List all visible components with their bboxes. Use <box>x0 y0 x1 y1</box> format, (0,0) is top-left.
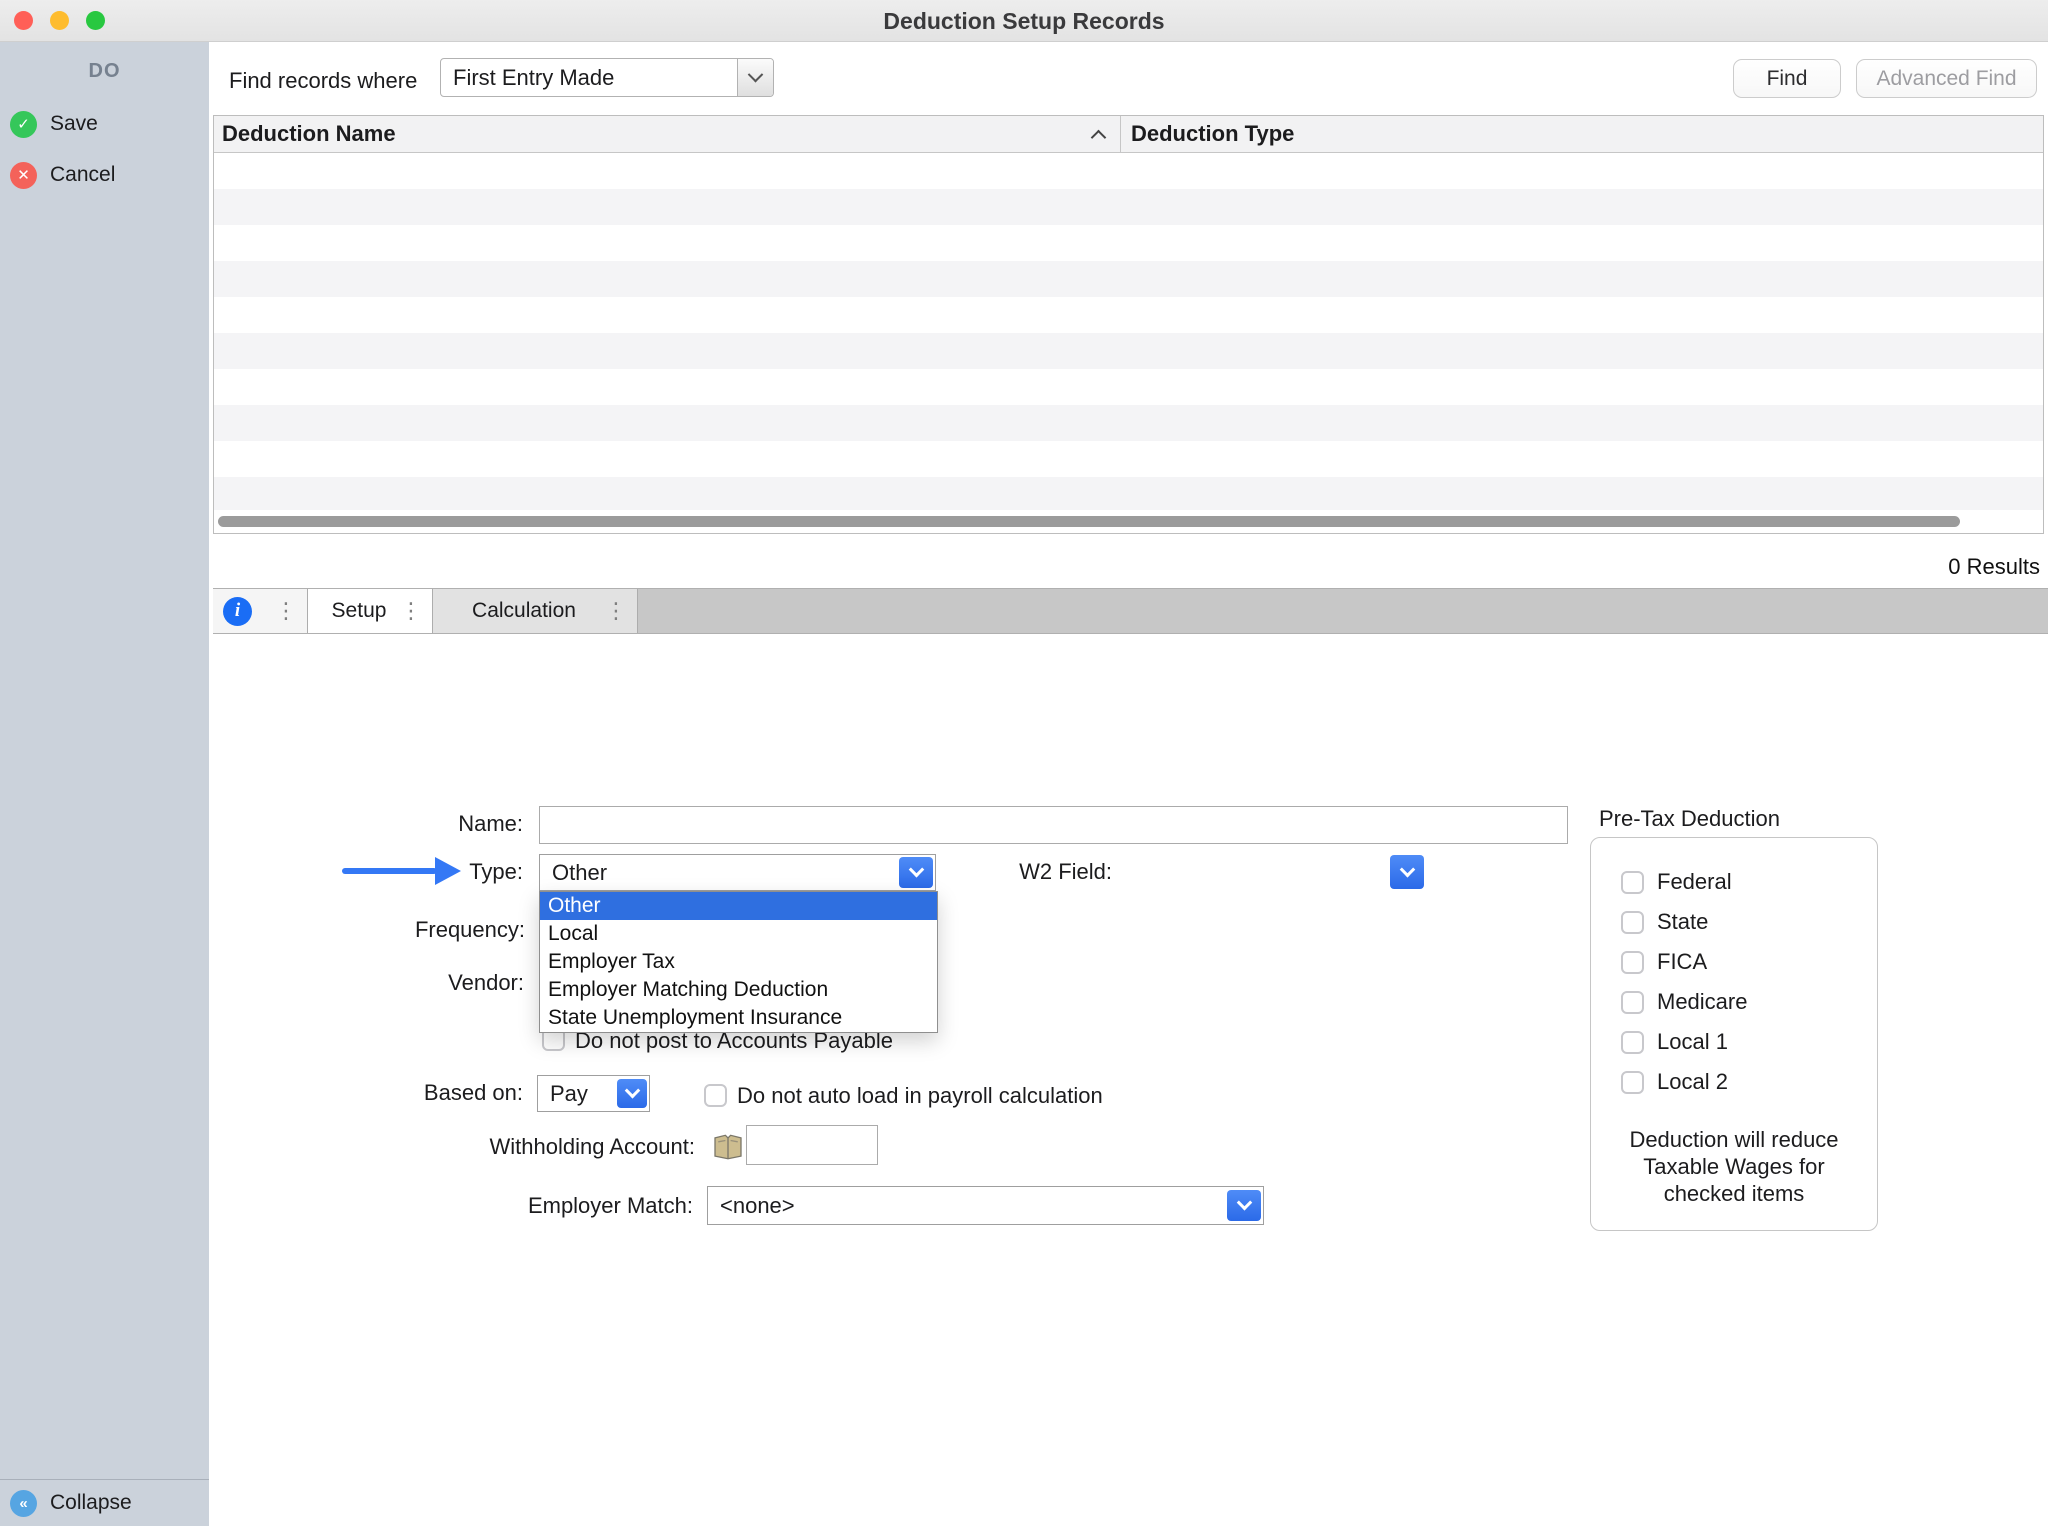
pointer-arrow <box>342 868 437 874</box>
pretax-label-medicare: Medicare <box>1657 989 1747 1015</box>
pretax-checkbox-local1[interactable] <box>1621 1031 1644 1054</box>
dropdown-option-employer-tax[interactable]: Employer Tax <box>540 948 937 976</box>
deduction-type-column-header[interactable]: Deduction Type <box>1121 121 2043 147</box>
auto-load-checkbox[interactable] <box>704 1084 727 1107</box>
employer-match-select[interactable]: <none> <box>707 1186 1264 1225</box>
titlebar: Deduction Setup Records <box>0 0 2048 42</box>
results-table: Deduction Name Deduction Type <box>213 115 2044 534</box>
based-on-dropdown-button[interactable] <box>617 1079 647 1108</box>
based-on-label: Based on: <box>424 1080 523 1106</box>
save-button-label: Save <box>50 112 98 136</box>
pretax-panel-title: Pre-Tax Deduction <box>1599 806 1780 832</box>
w2-field-select[interactable] <box>1390 855 1424 889</box>
find-button[interactable]: Find <box>1733 59 1841 98</box>
based-on-select-value: Pay <box>538 1081 617 1107</box>
pretax-label-local1: Local 1 <box>1657 1029 1728 1055</box>
advanced-find-button[interactable]: Advanced Find <box>1856 59 2037 98</box>
tab-tools-segment: i ⋮ <box>213 589 308 633</box>
find-field-select[interactable]: First Entry Made <box>440 58 774 97</box>
w2-field-label: W2 Field: <box>1019 859 1112 885</box>
drag-handle-icon: ⋮ <box>400 600 422 622</box>
vendor-label: Vendor: <box>448 970 524 996</box>
pretax-note: Deduction will reduce Taxable Wages for … <box>1605 1126 1863 1207</box>
chevron-down-icon <box>748 67 764 83</box>
name-label: Name: <box>458 811 523 837</box>
tab-setup-label: Setup <box>318 599 400 623</box>
chevron-down-icon <box>1399 861 1415 877</box>
collapse-button[interactable]: « Collapse <box>0 1479 209 1526</box>
based-on-select[interactable]: Pay <box>537 1075 650 1112</box>
pretax-checkbox-local2[interactable] <box>1621 1071 1644 1094</box>
chevron-down-icon <box>624 1083 640 1099</box>
pretax-checkbox-state[interactable] <box>1621 911 1644 934</box>
cancel-button-label: Cancel <box>50 163 115 187</box>
dropdown-option-employer-matching[interactable]: Employer Matching Deduction <box>540 976 937 1004</box>
type-select-value: Other <box>540 860 899 886</box>
pretax-label-local2: Local 2 <box>1657 1069 1728 1095</box>
pointer-arrow-head <box>435 857 461 885</box>
employer-match-dropdown-button[interactable] <box>1227 1190 1261 1221</box>
drag-handle-icon: ⋮ <box>605 600 627 622</box>
type-label: Type: <box>469 859 523 885</box>
info-icon[interactable]: i <box>223 597 252 626</box>
pretax-label-federal: Federal <box>1657 869 1732 895</box>
tab-calculation[interactable]: Calculation ⋮ <box>433 589 638 633</box>
find-records-label: Find records where <box>229 68 417 94</box>
type-dropdown-list: Other Local Employer Tax Employer Matchi… <box>539 891 938 1033</box>
table-header: Deduction Name Deduction Type <box>214 116 2043 153</box>
tab-setup[interactable]: Setup ⋮ <box>308 589 433 633</box>
tab-calculation-label: Calculation <box>443 599 605 623</box>
type-select[interactable]: Other <box>539 854 936 891</box>
pretax-checkbox-fica[interactable] <box>1621 951 1644 974</box>
withholding-account-label: Withholding Account: <box>490 1134 695 1160</box>
pretax-row-federal: Federal <box>1621 862 1863 902</box>
chevron-down-icon <box>1236 1195 1252 1211</box>
check-circle-icon: ✓ <box>10 111 37 138</box>
main-area: Find records where First Entry Made Find… <box>209 42 2048 1526</box>
x-circle-icon: ✕ <box>10 162 37 189</box>
withholding-account-input[interactable] <box>746 1125 878 1165</box>
ledger-icon[interactable] <box>712 1134 744 1160</box>
frequency-label: Frequency: <box>415 917 525 943</box>
find-field-dropdown-button[interactable] <box>737 59 773 96</box>
pretax-row-local1: Local 1 <box>1621 1022 1863 1062</box>
type-select-dropdown-button[interactable] <box>899 857 933 888</box>
results-count: 0 Results <box>1948 554 2040 580</box>
auto-load-label: Do not auto load in payroll calculation <box>737 1083 1103 1109</box>
horizontal-scrollbar-track <box>214 510 2043 533</box>
pretax-checkbox-medicare[interactable] <box>1621 991 1644 1014</box>
deduction-name-column-header[interactable]: Deduction Name <box>214 116 1121 152</box>
name-input[interactable] <box>539 806 1568 844</box>
dropdown-option-other[interactable]: Other <box>540 892 937 920</box>
drag-handle-icon: ⋮ <box>275 600 297 622</box>
sort-ascending-icon <box>1091 130 1107 146</box>
pretax-panel: Federal State FICA Medicare Local 1 Loca… <box>1590 837 1878 1231</box>
pretax-label-fica: FICA <box>1657 949 1707 975</box>
window-title: Deduction Setup Records <box>0 0 2048 42</box>
employer-match-value: <none> <box>708 1193 1227 1219</box>
collapse-chevron-icon: « <box>10 1490 37 1517</box>
find-field-value: First Entry Made <box>441 59 737 96</box>
table-body-empty <box>214 153 2043 512</box>
employer-match-label: Employer Match: <box>528 1193 693 1219</box>
dropdown-option-local[interactable]: Local <box>540 920 937 948</box>
pretax-row-fica: FICA <box>1621 942 1863 982</box>
pretax-row-medicare: Medicare <box>1621 982 1863 1022</box>
sidebar-header: DO <box>0 42 209 83</box>
pretax-checkbox-federal[interactable] <box>1621 871 1644 894</box>
cancel-button[interactable]: ✕ Cancel <box>10 160 115 190</box>
tab-bar: i ⋮ Setup ⋮ Calculation ⋮ <box>213 588 2048 634</box>
pretax-row-local2: Local 2 <box>1621 1062 1863 1102</box>
horizontal-scrollbar-thumb[interactable] <box>218 516 1960 527</box>
pretax-row-state: State <box>1621 902 1863 942</box>
sidebar: DO ✓ Save ✕ Cancel « Collapse <box>0 42 209 1526</box>
chevron-down-icon <box>908 862 924 878</box>
pretax-label-state: State <box>1657 909 1708 935</box>
collapse-button-label: Collapse <box>50 1491 132 1515</box>
save-button[interactable]: ✓ Save <box>10 109 98 139</box>
dropdown-option-state-unemployment[interactable]: State Unemployment Insurance <box>540 1004 937 1032</box>
